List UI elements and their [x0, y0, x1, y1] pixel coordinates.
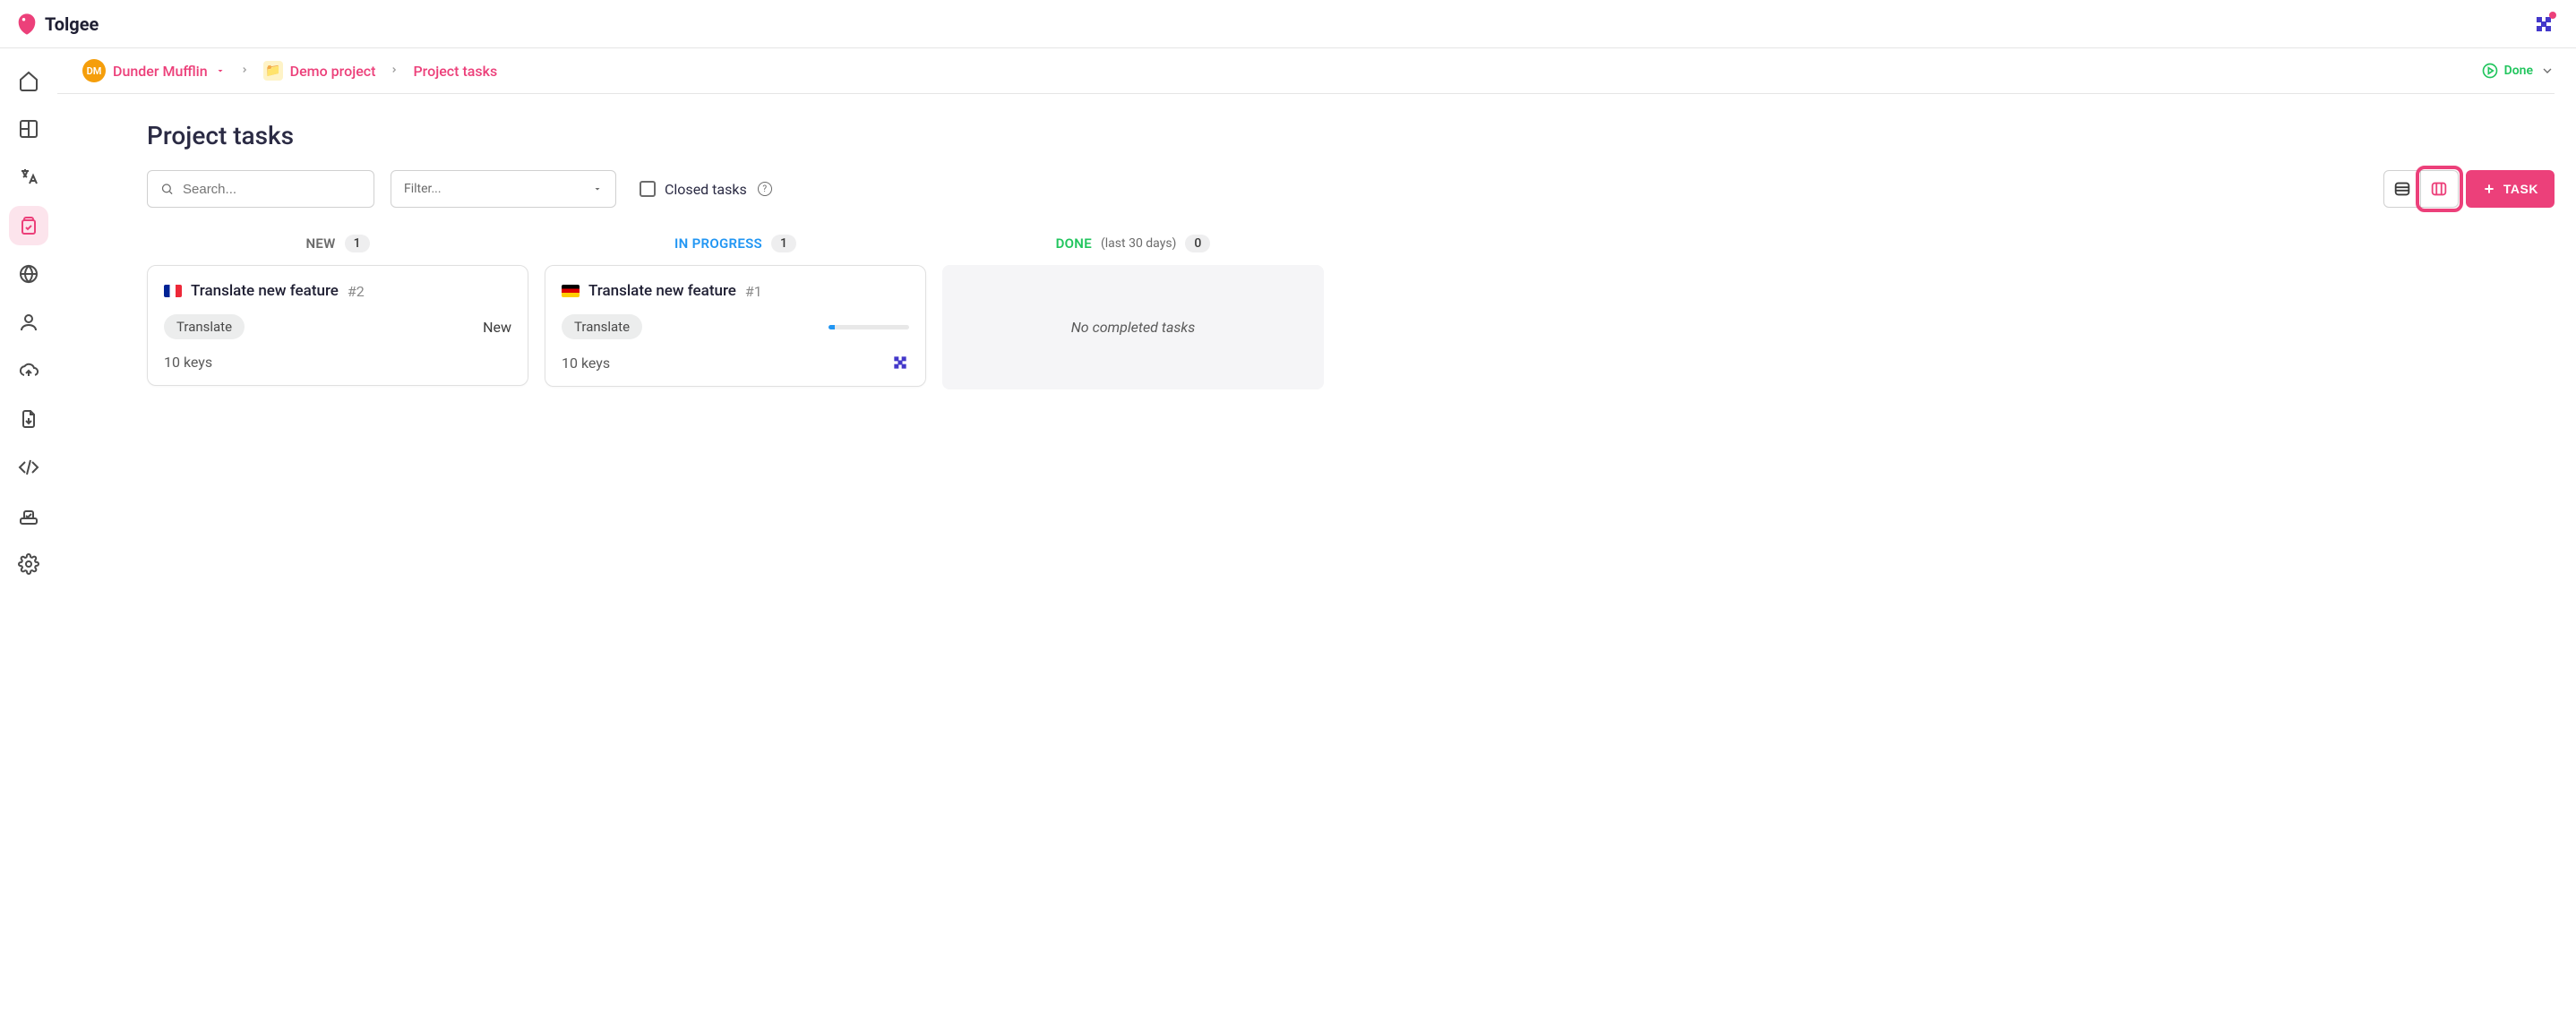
add-task-button[interactable]: TASK: [2466, 170, 2555, 208]
breadcrumb-project[interactable]: Demo project: [290, 63, 376, 80]
assignee-icon: [891, 354, 909, 372]
sidebar-item-home[interactable]: [9, 61, 48, 100]
plus-icon: [2482, 182, 2496, 196]
notification-dot: [2549, 12, 2556, 19]
task-title: Translate new feature: [588, 282, 736, 300]
sidebar-item-developer[interactable]: [9, 448, 48, 487]
logo-text: Tolgee: [45, 13, 99, 35]
header: Tolgee: [0, 0, 2576, 48]
filter-placeholder: Filter...: [404, 182, 442, 196]
header-right-icons[interactable]: [2533, 13, 2555, 35]
task-status: New: [483, 319, 511, 336]
task-keys: 10 keys: [164, 354, 212, 371]
play-circle-icon: [2481, 62, 2499, 80]
column-count: 1: [771, 235, 796, 252]
sidebar-item-tasks[interactable]: [9, 206, 48, 245]
tolgee-logo-icon: [14, 12, 39, 37]
closed-tasks-checkbox[interactable]: Closed tasks ?: [640, 181, 772, 198]
breadcrumb-current: Project tasks: [413, 63, 497, 80]
chevron-down-icon[interactable]: [215, 65, 226, 76]
column-count: 0: [1185, 235, 1210, 252]
sidebar-item-settings[interactable]: [9, 544, 48, 584]
column-title: NEW: [305, 235, 335, 252]
column-header: NEW 1: [147, 235, 528, 252]
board-icon: [2429, 179, 2449, 199]
help-icon[interactable]: ?: [758, 182, 772, 196]
column-progress: IN PROGRESS 1 Translate new feature #1 T…: [545, 235, 926, 387]
search-icon: [160, 181, 174, 197]
task-card[interactable]: Translate new feature #2 Translate New 1…: [147, 265, 528, 386]
flag-fr-icon: [164, 285, 182, 297]
progress-fill: [829, 325, 835, 329]
column-header: IN PROGRESS 1: [545, 235, 926, 252]
task-card[interactable]: Translate new feature #1 Translate 10 k: [545, 265, 926, 387]
list-icon: [2392, 179, 2412, 199]
column-count: 1: [345, 235, 370, 252]
status-text: Done: [2504, 64, 2533, 78]
chevron-down-icon[interactable]: [2540, 64, 2555, 78]
controls-row: Filter... Closed tasks ?: [147, 170, 2555, 208]
breadcrumb-separator: [240, 64, 249, 78]
task-keys: 10 keys: [562, 355, 610, 372]
view-list-button[interactable]: [2383, 170, 2421, 208]
status-indicator[interactable]: Done: [2481, 62, 2533, 80]
task-type-chip: Translate: [164, 314, 245, 339]
task-id: #1: [745, 283, 762, 300]
breadcrumb-bar: DM Dunder Mufflin 📁 Demo project Project…: [57, 48, 2555, 94]
progress-bar: [829, 325, 909, 329]
sidebar: [0, 48, 57, 1026]
column-done: DONE (last 30 days) 0 No completed tasks: [942, 235, 1324, 389]
empty-column-message: No completed tasks: [942, 265, 1324, 389]
filter-select[interactable]: Filter...: [391, 170, 616, 208]
task-title: Translate new feature: [191, 282, 339, 300]
logo[interactable]: Tolgee: [14, 12, 99, 37]
column-subtitle: (last 30 days): [1101, 236, 1176, 251]
column-new: NEW 1 Translate new feature #2 Translate: [147, 235, 528, 386]
task-id: #2: [348, 283, 365, 300]
sidebar-item-translations[interactable]: [9, 158, 48, 197]
sidebar-item-export[interactable]: [9, 399, 48, 439]
sidebar-item-members[interactable]: [9, 303, 48, 342]
sidebar-item-dashboard[interactable]: [9, 109, 48, 149]
breadcrumb-separator: [390, 64, 399, 78]
search-input-wrap[interactable]: [147, 170, 374, 208]
column-title: DONE: [1056, 235, 1092, 252]
chevron-down-icon: [592, 184, 603, 194]
task-type-chip: Translate: [562, 314, 642, 339]
checkbox-icon: [640, 181, 656, 197]
sidebar-item-integrations[interactable]: [9, 496, 48, 535]
add-task-label: TASK: [2503, 182, 2538, 196]
page-title: Project tasks: [147, 121, 2555, 150]
view-board-button[interactable]: [2421, 170, 2459, 208]
org-avatar: DM: [82, 59, 106, 82]
column-header: DONE (last 30 days) 0: [942, 235, 1324, 252]
sidebar-item-languages[interactable]: [9, 254, 48, 294]
search-input[interactable]: [183, 182, 361, 197]
sidebar-item-import[interactable]: [9, 351, 48, 390]
breadcrumb-org[interactable]: Dunder Mufflin: [113, 63, 208, 80]
flag-de-icon: [562, 285, 580, 297]
project-icon: 📁: [263, 61, 283, 81]
column-title: IN PROGRESS: [674, 235, 762, 252]
task-board: NEW 1 Translate new feature #2 Translate: [147, 235, 2555, 389]
view-toggle: [2383, 170, 2459, 208]
closed-tasks-label: Closed tasks: [665, 181, 747, 198]
